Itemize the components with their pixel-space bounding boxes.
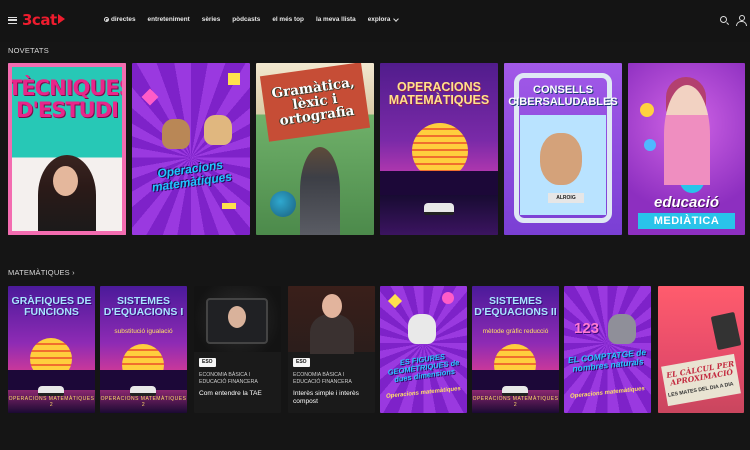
card-subtitle: substitució igualació [114,328,173,335]
card-calcul-aproximacio[interactable]: EL CÀLCUL PER APROXIMACIÓ LES MATES DEL … [658,286,744,413]
cat-image [608,314,636,344]
card-frame [8,63,126,235]
card-title: GRÀFIQUES DE FUNCIONS [11,295,92,319]
presenter-image [664,85,710,185]
card-com-entendre-tae[interactable]: ESO ECONOMIA BÀSICA I EDUCACIÓ FINANCERA… [194,286,281,413]
nav-label: directes [111,16,136,23]
presenter-face [322,294,342,318]
emoji-bubble-icon [640,103,654,117]
live-icon [104,17,109,22]
card-title: SISTEMES D'EQUACIONS I [103,295,184,319]
hamburger-menu-icon[interactable] [8,17,17,24]
card-tecniques-estudi[interactable]: TÈCNIQUES D'ESTUDI [8,63,126,235]
card-interes-simple-compost[interactable]: ESO ECONOMIA BÀSICA I EDUCACIÓ FINANCERA… [288,286,375,413]
card-title: educació [653,194,720,211]
nav-item-entreteniment[interactable]: entreteniment [148,16,190,23]
cross-shape-icon [141,88,159,106]
card-title: OPERACIONS MATEMÀTIQUES [388,80,490,108]
play-icon [57,14,65,24]
chevron-down-icon [393,15,400,22]
logo[interactable]: 3cat [22,12,65,28]
card-category: ECONOMIA BÀSICA I EDUCACIÓ FINANCERA [293,372,352,385]
car-icon [502,386,528,396]
card-subtitle: mètode gràfic reducció [482,328,549,335]
level-badge: ESO [293,358,310,367]
main-nav: directes entreteniment sèries pòdcasts e… [104,15,410,23]
cat-image [162,119,190,149]
section-title-matematiques[interactable]: MATEMÀTIQUES › [8,268,75,277]
card-banner: MEDIÀTICA [638,213,735,229]
card-gramatica[interactable]: Gramàtica, lèxic i ortografia [256,63,374,235]
card-educacio-mediatica[interactable]: educació MEDIÀTICA [628,63,745,235]
card-title: Com entendre la TAE [199,390,262,397]
nav-item-explora[interactable]: explora [367,15,400,23]
calculator-icon [710,311,742,351]
nav-item-series[interactable]: sèries [202,16,220,23]
card-title: CONSELLS CIBERSALUDABLES [508,84,618,108]
name-sign: ALROIG [548,193,584,203]
minus-shape-icon [222,203,236,209]
card-footer: OPERACIONS MATEMÀTIQUES 2 [8,396,95,408]
numbers-graphic: 123 [574,320,600,337]
top-navigation-bar: 3cat directes entreteniment sèries pòdca… [0,0,750,42]
circle-shape-icon [442,292,454,304]
card-title: Operacions matemàtiques [150,157,233,195]
nav-item-podcasts[interactable]: pòdcasts [232,16,260,23]
car-icon [130,386,156,396]
card-figures-geometriques[interactable]: ES FIGURES GEOMÈTRIQUES de dues dimensio… [380,286,467,413]
card-subtitle: Operacions matemàtiques [569,386,646,400]
cat-image [408,314,436,344]
card-footer: OPERACIONS MATEMÀTIQUES 2 [472,396,559,408]
card-sistemes-equacions-2[interactable]: SISTEMES D'EQUACIONS II mètode gràfic re… [472,286,559,413]
nav-item-la-meva-llista[interactable]: la meva llista [316,16,356,23]
card-footer: OPERACIONS MATEMÀTIQUES 2 [100,396,187,408]
car-icon [38,386,64,396]
level-badge: ESO [199,358,216,367]
search-icon[interactable] [720,16,727,23]
nav-item-el-mes-top[interactable]: el més top [272,16,304,23]
presenter-face [228,306,246,328]
shape-icon [387,293,403,309]
road-image [380,195,498,235]
logo-text: 3cat [22,11,57,29]
section-title-novetats: NOVETATS [8,46,49,55]
cat-image [204,115,232,145]
card-title: Interès simple i interès compost [293,390,359,406]
like-bubble-icon [644,139,656,151]
card-title: EL COMPTATGE de nombres naturals [567,346,647,374]
card-operacions-matematiques-synth[interactable]: OPERACIONS MATEMÀTIQUES [380,63,498,235]
globe-icon [270,191,296,217]
nav-label: explora [367,16,391,23]
card-title: SISTEMES D'EQUACIONS II [474,295,557,319]
card-comptatge-nombres-naturals[interactable]: 123 EL COMPTATGE de nombres naturals Ope… [564,286,651,413]
card-title: ES FIGURES GEOMÈTRIQUES de dues dimensio… [387,351,460,384]
presenter-image [300,147,340,235]
user-icon[interactable] [736,15,747,26]
card-consells-cibersaludables[interactable]: CONSELLS CIBERSALUDABLES ALROIG [504,63,622,235]
card-sistemes-equacions-1[interactable]: SISTEMES D'EQUACIONS I substitució igual… [100,286,187,413]
card-grafiques-funcions[interactable]: GRÀFIQUES DE FUNCIONS OPERACIONS MATEMÀT… [8,286,95,413]
card-operacions-matematiques[interactable]: Operacions matemàtiques [132,63,250,235]
car-icon [424,203,454,215]
presenter-body [310,314,354,354]
card-subtitle: Operacions matemàtiques [385,386,462,400]
card-category: ECONOMIA BÀSICA I EDUCACIÓ FINANCERA [199,372,258,385]
nav-item-directes[interactable]: directes [104,16,136,23]
plus-shape-icon [228,73,240,85]
